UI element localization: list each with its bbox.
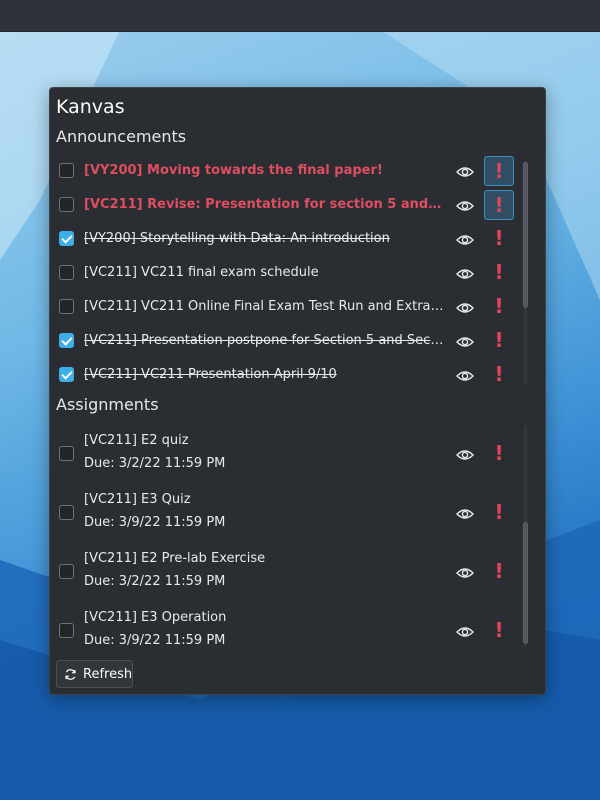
- announcements-scroll-thumb[interactable]: [523, 162, 528, 308]
- announcement-checkbox[interactable]: [59, 265, 74, 280]
- eye-icon[interactable]: [455, 506, 475, 520]
- exclamation-icon[interactable]: !: [484, 439, 514, 469]
- announcement-row[interactable]: [VC211] VC211 Online Final Exam Test Run…: [50, 290, 520, 324]
- assignment-due: Due: 3/2/22 11:59 PM: [84, 456, 226, 471]
- announcement-row[interactable]: [VC211] VC211 Presentation April 9/10!: [50, 358, 520, 392]
- announcement-row[interactable]: [VC211] Presentation postpone for Sectio…: [50, 324, 520, 358]
- exclamation-icon[interactable]: !: [484, 156, 514, 186]
- eye-icon[interactable]: [455, 266, 475, 280]
- eye-icon[interactable]: [455, 447, 475, 461]
- refresh-icon: [65, 669, 76, 680]
- assignments-header: Assignments: [56, 395, 159, 414]
- assignments-scroll-thumb[interactable]: [523, 522, 528, 644]
- announcement-title: [VC211] Presentation postpone for Sectio…: [84, 333, 444, 348]
- announcement-checkbox[interactable]: [59, 197, 74, 212]
- announcement-checkbox[interactable]: [59, 231, 74, 246]
- announcement-row[interactable]: [VC211] VC211 final exam schedule!: [50, 256, 520, 290]
- assignment-checkbox[interactable]: [59, 505, 74, 520]
- announcements-header: Announcements: [56, 127, 187, 146]
- assignment-due: Due: 3/9/22 11:59 PM: [84, 515, 226, 530]
- announcement-checkbox[interactable]: [59, 163, 74, 178]
- eye-icon[interactable]: [455, 164, 475, 178]
- assignment-row[interactable]: [VC211] E2 Pre-lab Exercise Due: 3/2/22 1…: [50, 543, 520, 602]
- assignment-title: [VC211] E3 Quiz: [84, 492, 191, 507]
- eye-icon[interactable]: [455, 565, 475, 579]
- exclamation-icon[interactable]: !: [484, 258, 514, 288]
- assignment-due: Due: 3/9/22 11:59 PM: [84, 633, 226, 648]
- exclamation-icon[interactable]: !: [484, 360, 514, 390]
- exclamation-icon[interactable]: !: [484, 326, 514, 356]
- announcement-title: [VC211] Revise: Presentation for section…: [84, 197, 444, 212]
- eye-icon[interactable]: [455, 232, 475, 246]
- assignment-row[interactable]: [VC211] E3 Operation Due: 3/9/22 11:59 PM…: [50, 602, 520, 661]
- exclamation-icon[interactable]: !: [484, 616, 514, 646]
- eye-icon[interactable]: [455, 198, 475, 212]
- announcement-title: [VC211] VC211 final exam schedule: [84, 265, 319, 280]
- exclamation-icon[interactable]: !: [484, 224, 514, 254]
- announcement-title: [VC211] VC211 Presentation April 9/10: [84, 367, 337, 382]
- eye-icon[interactable]: [455, 300, 475, 314]
- assignment-row[interactable]: [VC211] E2 quiz Due: 3/2/22 11:59 PM!: [50, 425, 520, 484]
- announcement-title: [VY200] Storytelling with Data: An intro…: [84, 231, 390, 246]
- assignment-title: [VC211] E3 Operation: [84, 610, 227, 625]
- assignment-title: [VC211] E2 Pre-lab Exercise: [84, 551, 266, 566]
- announcement-checkbox[interactable]: [59, 299, 74, 314]
- exclamation-icon[interactable]: !: [484, 557, 514, 587]
- top-panel-bar: [0, 0, 600, 32]
- assignment-checkbox[interactable]: [59, 564, 74, 579]
- announcement-title: [VY200] Moving towards the final paper!: [84, 163, 383, 178]
- assignment-checkbox[interactable]: [59, 623, 74, 638]
- announcements-scrollbar[interactable]: [523, 162, 528, 384]
- refresh-button[interactable]: Refresh: [56, 660, 133, 688]
- exclamation-icon[interactable]: !: [484, 190, 514, 220]
- announcement-row[interactable]: [VC211] Revise: Presentation for section…: [50, 188, 520, 222]
- announcement-checkbox[interactable]: [59, 367, 74, 382]
- announcement-row[interactable]: [VY200] Storytelling with Data: An intro…: [50, 222, 520, 256]
- assignment-row[interactable]: [VC211] E3 Quiz Due: 3/9/22 11:59 PM!: [50, 484, 520, 543]
- assignment-checkbox[interactable]: [59, 446, 74, 461]
- assignment-title: [VC211] E2 quiz: [84, 433, 189, 448]
- refresh-label: Refresh: [83, 667, 133, 682]
- assignments-scrollbar[interactable]: [523, 425, 528, 647]
- announcement-checkbox[interactable]: [59, 333, 74, 348]
- exclamation-icon[interactable]: !: [484, 498, 514, 528]
- widget-title: Kanvas: [56, 96, 125, 118]
- eye-icon[interactable]: [455, 334, 475, 348]
- eye-icon[interactable]: [455, 624, 475, 638]
- kanvas-widget: Kanvas Announcements [VY200] Moving towa…: [49, 87, 546, 695]
- exclamation-icon[interactable]: !: [484, 292, 514, 322]
- announcement-title: [VC211] VC211 Online Final Exam Test Run…: [84, 299, 444, 314]
- eye-icon[interactable]: [455, 368, 475, 382]
- announcement-row[interactable]: [VY200] Moving towards the final paper!!: [50, 154, 520, 188]
- assignment-due: Due: 3/2/22 11:59 PM: [84, 574, 226, 589]
